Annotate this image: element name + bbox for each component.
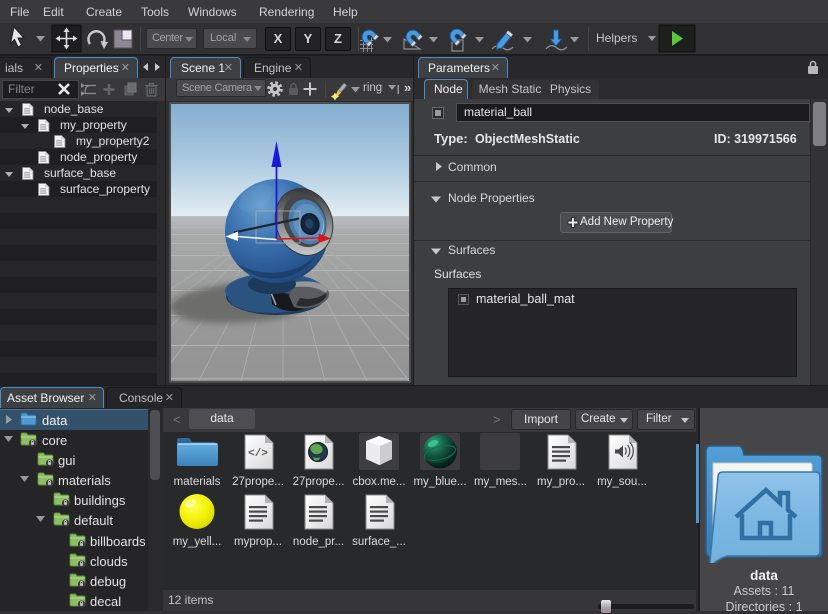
svg-text:</>: </> <box>248 448 268 460</box>
